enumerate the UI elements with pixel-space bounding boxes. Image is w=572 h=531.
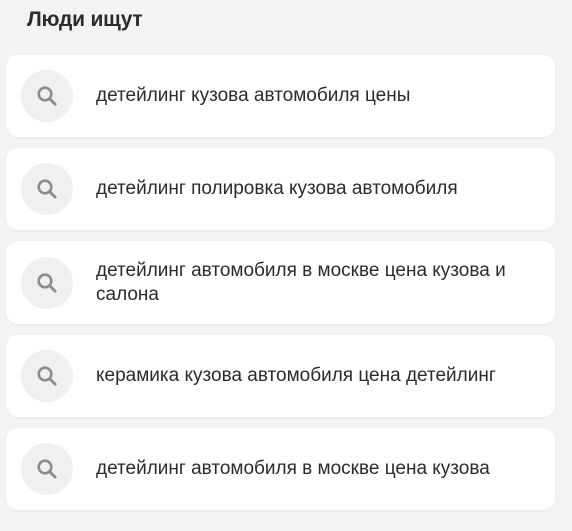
suggestion-label: керамика кузова автомобиля цена детейлин… xyxy=(96,365,496,386)
people-search-panel: Люди ищут детейлинг кузова автомобиля це… xyxy=(0,0,572,531)
suggestion-label: детейлинг автомобиля в москве цена кузов… xyxy=(96,259,506,305)
suggestion-item[interactable]: детейлинг полировка кузова автомобиля xyxy=(6,148,555,230)
suggestion-item[interactable]: детейлинг автомобиля в москве цена кузов… xyxy=(6,241,555,324)
search-icon xyxy=(21,70,73,122)
search-icon xyxy=(21,443,73,495)
suggestion-item[interactable]: детейлинг автомобиля в москве цена кузов… xyxy=(6,428,555,510)
suggestion-list: детейлинг кузова автомобиля цены детейли… xyxy=(6,55,555,521)
suggestion-item[interactable]: керамика кузова автомобиля цена детейлин… xyxy=(6,335,555,417)
suggestion-item[interactable]: детейлинг кузова автомобиля цены xyxy=(6,55,555,137)
search-icon xyxy=(21,350,73,402)
suggestion-label: детейлинг автомобиля в москве цена кузов… xyxy=(96,458,490,479)
section-title: Люди ищут xyxy=(27,8,143,31)
search-icon xyxy=(21,256,73,309)
suggestion-label: детейлинг кузова автомобиля цены xyxy=(96,85,411,106)
search-icon xyxy=(21,163,73,215)
suggestion-label: детейлинг полировка кузова автомобиля xyxy=(96,178,458,199)
